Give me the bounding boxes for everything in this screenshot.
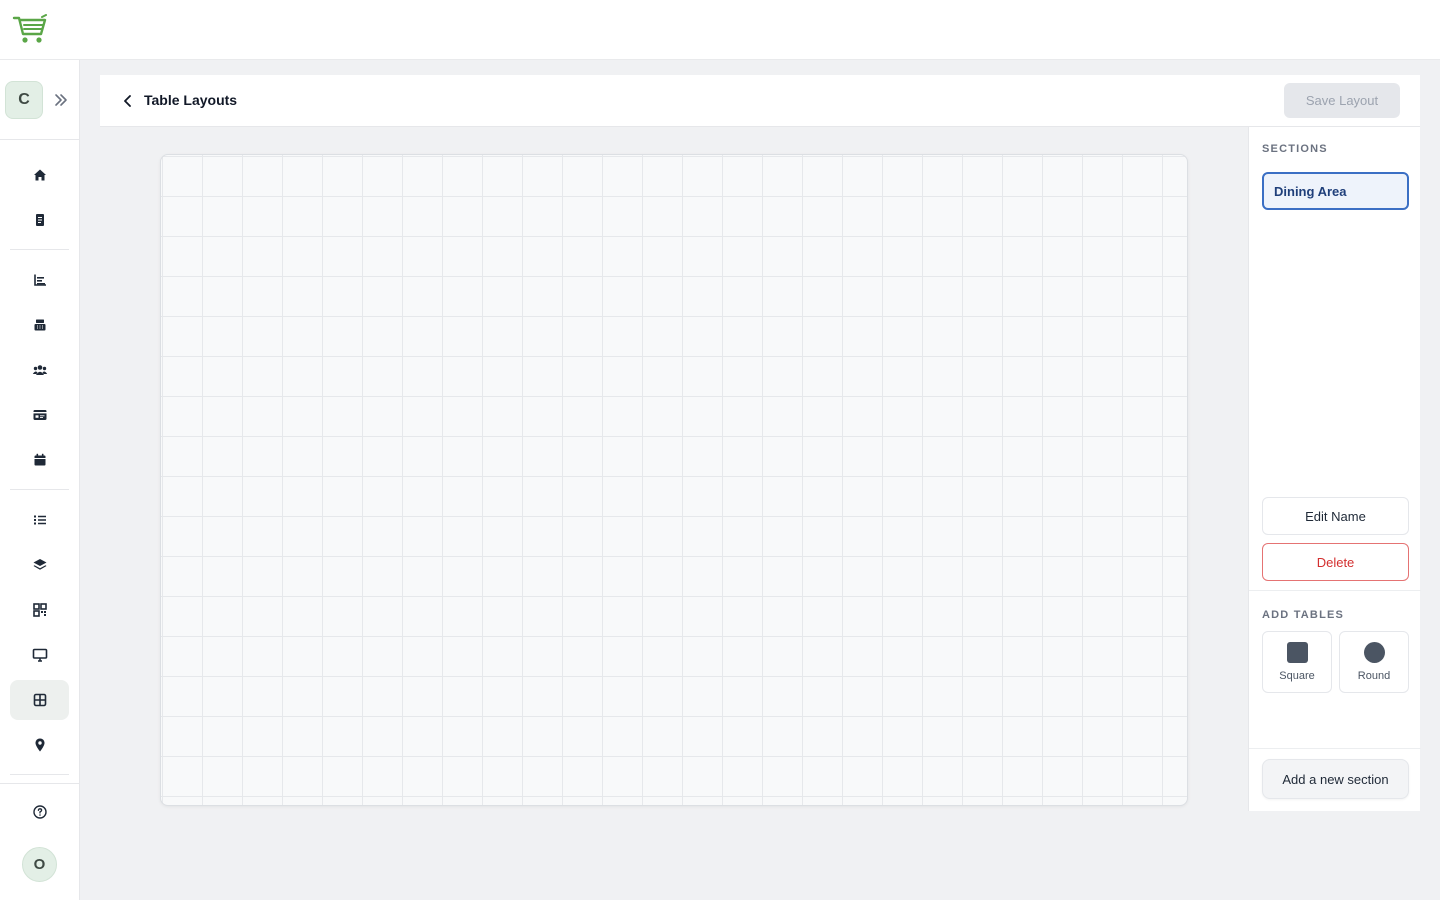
sidebar-item-table-layouts[interactable] (10, 680, 69, 720)
qr-code-icon (32, 603, 47, 617)
receipt-icon (35, 214, 44, 226)
home-icon (33, 169, 46, 181)
panel-divider (1249, 590, 1421, 591)
grid-icon (33, 693, 46, 707)
save-layout-button[interactable]: Save Layout (1284, 83, 1400, 118)
add-tables-heading: ADD TABLES (1262, 609, 1345, 621)
edit-name-button[interactable]: Edit Name (1262, 497, 1409, 535)
workspace-avatar[interactable]: C (5, 81, 43, 119)
sidebar-item-qr-codes[interactable] (10, 590, 69, 630)
panel-divider (1249, 748, 1421, 749)
sidebar-item-calendar[interactable] (10, 440, 69, 480)
sidebar-divider (0, 783, 80, 784)
list-icon (33, 515, 46, 525)
sidebar-item-menu-list[interactable] (10, 500, 69, 540)
chevron-left-icon (124, 95, 131, 107)
add-section-button[interactable]: Add a new section (1262, 759, 1409, 799)
sidebar-item-register[interactable] (10, 305, 69, 345)
section-item-dining-area[interactable]: Dining Area (1262, 172, 1409, 210)
sidebar-divider (10, 489, 69, 490)
sidebar: C O (0, 60, 80, 900)
page-title: Table Layouts (144, 92, 238, 108)
user-avatar[interactable]: O (22, 847, 57, 882)
cash-register-icon (34, 319, 45, 331)
sidebar-item-inventory[interactable] (10, 545, 69, 585)
users-icon (32, 365, 47, 375)
sidebar-item-locations[interactable] (10, 725, 69, 765)
square-table-label: Square (1279, 670, 1315, 682)
sections-heading: SECTIONS (1262, 143, 1328, 155)
shopping-cart-icon[interactable] (12, 14, 48, 46)
help-circle-icon (32, 805, 47, 819)
sidebar-divider (10, 249, 69, 250)
expand-sidebar-button[interactable] (50, 89, 72, 111)
sidebar-item-cards[interactable] (10, 395, 69, 435)
sections-panel: SECTIONS Dining Area Edit Name Delete AD… (1248, 127, 1421, 811)
double-chevron-right-icon (55, 94, 67, 106)
sidebar-item-customers[interactable] (10, 350, 69, 390)
sidebar-item-reports[interactable] (10, 260, 69, 300)
sidebar-divider (0, 139, 80, 140)
sidebar-item-devices[interactable] (10, 635, 69, 675)
page-header: Table Layouts Save Layout (100, 75, 1420, 127)
round-table-icon (1363, 642, 1385, 663)
back-button[interactable] (118, 91, 138, 111)
add-square-table-button[interactable]: Square (1262, 631, 1332, 693)
monitor-icon (32, 648, 47, 662)
layout-canvas[interactable] (160, 154, 1188, 806)
map-pin-icon (35, 738, 44, 752)
sidebar-divider (10, 774, 69, 775)
add-round-table-button[interactable]: Round (1339, 631, 1409, 693)
round-table-label: Round (1357, 670, 1391, 682)
delete-button[interactable]: Delete (1262, 543, 1409, 581)
bar-chart-icon (33, 274, 46, 286)
id-card-icon (33, 410, 46, 420)
sidebar-item-home[interactable] (10, 155, 69, 195)
top-bar (0, 0, 1440, 60)
calendar-icon (34, 453, 45, 466)
square-table-icon (1286, 642, 1308, 663)
sidebar-item-orders[interactable] (10, 200, 69, 240)
layers-icon (33, 559, 46, 570)
help-button[interactable] (10, 792, 69, 832)
